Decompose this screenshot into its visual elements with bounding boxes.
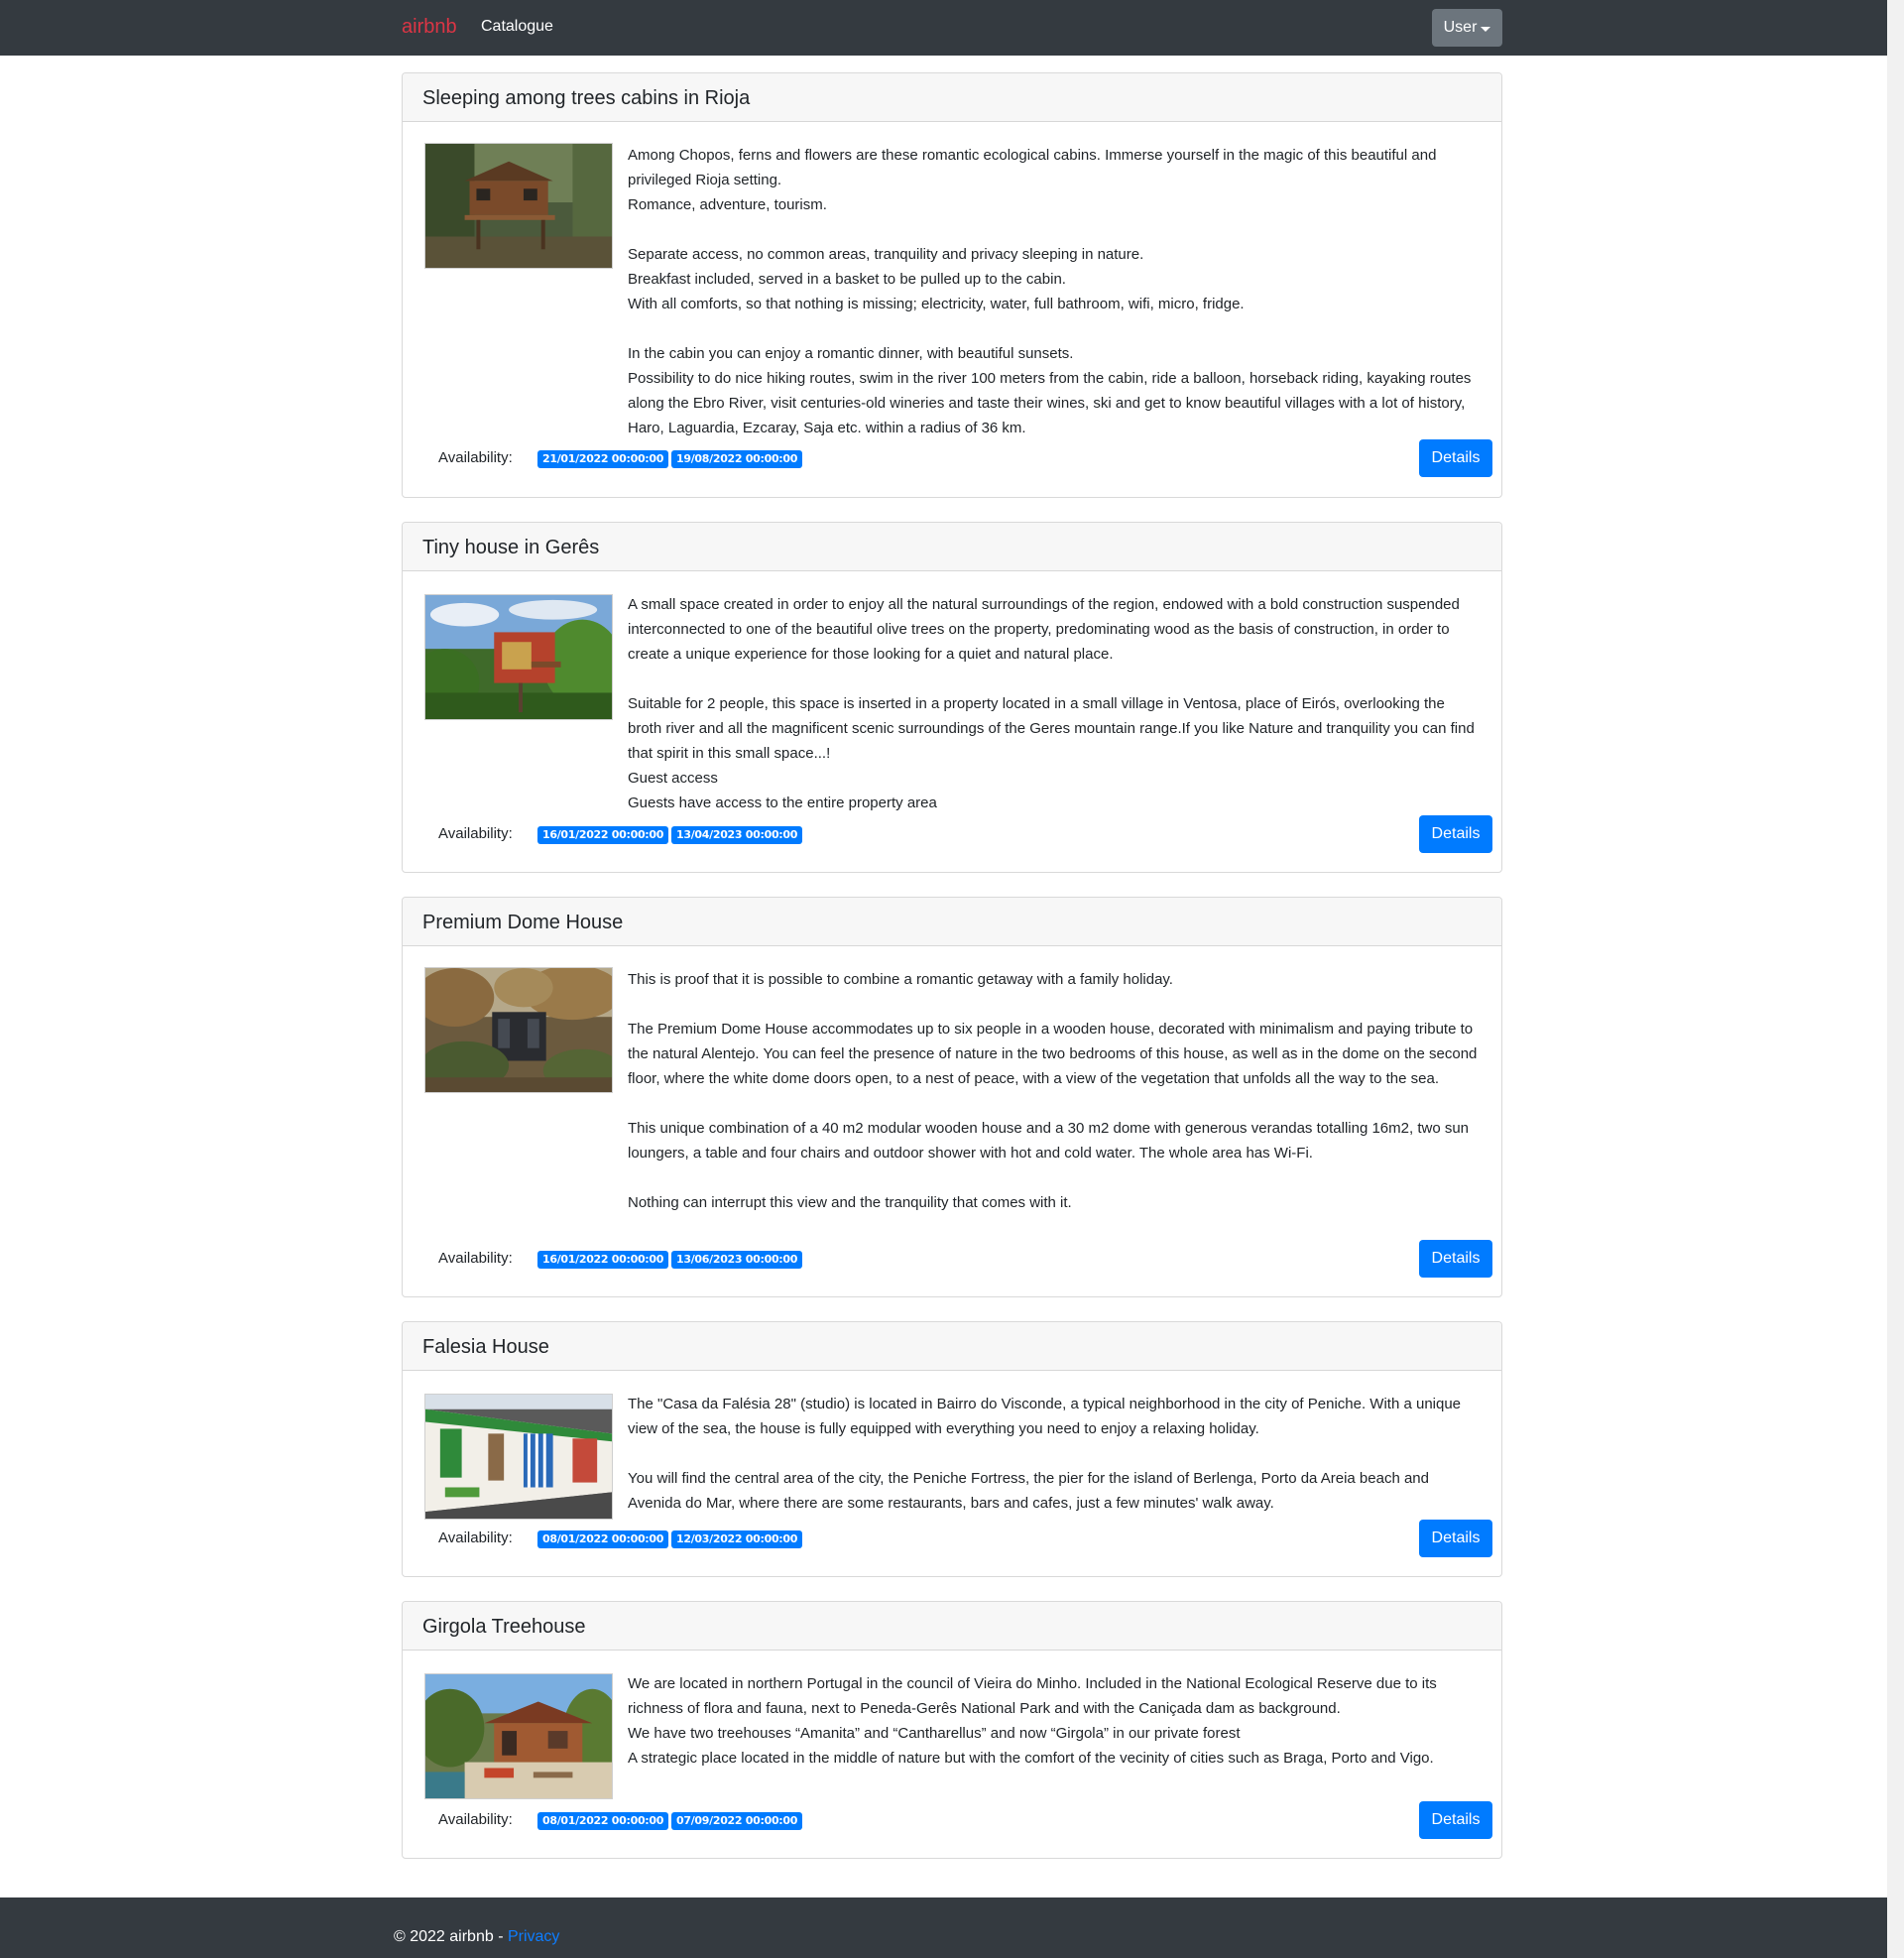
privacy-link[interactable]: Privacy	[508, 1928, 559, 1945]
description-line: The Premium Dome House accommodates up t…	[628, 1021, 1478, 1087]
availability-label: Availability:	[438, 1250, 513, 1267]
description-line: Romance, adventure, tourism.	[628, 196, 827, 213]
description-line: Guests have access to the entire propert…	[628, 795, 937, 811]
availability-label: Availability:	[438, 449, 513, 466]
scrollbar[interactable]	[1887, 0, 1904, 1958]
listing-photo	[424, 1673, 613, 1799]
availability-start-badge: 08/01/2022 00:00:00	[537, 1530, 669, 1548]
description-line	[628, 1091, 1481, 1116]
description-line: Possibility to do nice hiking routes, sw…	[628, 370, 1472, 436]
listing-title: Tiny house in Gerês	[422, 537, 600, 558]
description-line: A strategic place located in the middle …	[628, 1750, 1434, 1767]
availability-end-badge: 13/06/2023 00:00:00	[671, 1251, 803, 1269]
details-button[interactable]: Details	[1419, 439, 1492, 477]
availability-label: Availability:	[438, 825, 513, 842]
details-button[interactable]: Details	[1419, 1801, 1492, 1839]
listing-card: Falesia House The "Casa da Falésia 28" (…	[402, 1321, 1502, 1577]
description-line	[628, 1165, 1481, 1190]
availability-end-badge: 13/04/2023 00:00:00	[671, 826, 803, 844]
listing-card-header: Sleeping among trees cabins in Rioja	[403, 73, 1501, 122]
description-line: This is proof that it is possible to com…	[628, 971, 1173, 988]
listing-photo	[424, 143, 613, 269]
listing-card-header: Tiny house in Gerês	[403, 523, 1501, 571]
availability-start-badge: 16/01/2022 00:00:00	[537, 826, 669, 844]
caret-down-icon	[1481, 26, 1491, 32]
description-line: Among Chopos, ferns and flowers are thes…	[628, 147, 1437, 188]
availability-label: Availability:	[438, 1530, 513, 1546]
footer: © 2022 airbnb - Privacy	[0, 1897, 1887, 1958]
user-dropdown-button[interactable]: User	[1432, 9, 1502, 47]
description-line	[628, 316, 1481, 341]
listing-card: Girgola Treehouse We are located in nort…	[402, 1601, 1502, 1859]
description-line: We are located in northern Portugal in t…	[628, 1675, 1437, 1717]
description-line: With all comforts, so that nothing is mi…	[628, 296, 1245, 312]
listing-card: Sleeping among trees cabins in Rioja Amo…	[402, 72, 1502, 498]
availability-label: Availability:	[438, 1811, 513, 1828]
listing-title: Falesia House	[422, 1336, 549, 1358]
description-line: This unique combination of a 40 m2 modul…	[628, 1120, 1470, 1162]
listing-photo	[424, 967, 613, 1093]
description-line	[628, 217, 1481, 242]
details-button[interactable]: Details	[1419, 1520, 1492, 1557]
description-line: The "Casa da Falésia 28" (studio) is loc…	[628, 1396, 1462, 1437]
listing-title: Sleeping among trees cabins in Rioja	[422, 87, 751, 109]
copyright-text: © 2022 airbnb -	[394, 1928, 508, 1945]
description-line: In the cabin you can enjoy a romantic di…	[628, 345, 1074, 362]
listing-description: This is proof that it is possible to com…	[628, 967, 1481, 1215]
description-line: You will find the central area of the ci…	[628, 1470, 1429, 1512]
listing-card-header: Girgola Treehouse	[403, 1602, 1501, 1651]
availability-end-badge: 12/03/2022 00:00:00	[671, 1530, 803, 1548]
listing-description: We are located in northern Portugal in t…	[628, 1671, 1481, 1771]
description-line	[628, 667, 1481, 691]
description-line	[628, 1441, 1481, 1466]
listing-title: Premium Dome House	[422, 912, 624, 933]
listing-description: Among Chopos, ferns and flowers are thes…	[628, 143, 1481, 440]
description-line: Suitable for 2 people, this space is ins…	[628, 695, 1475, 762]
description-line: Guest access	[628, 770, 718, 787]
description-line: A small space created in order to enjoy …	[628, 596, 1460, 663]
availability-start-badge: 08/01/2022 00:00:00	[537, 1812, 669, 1830]
listing-photo	[424, 1394, 613, 1520]
listing-card: Tiny house in Gerês A small space create…	[402, 522, 1502, 873]
user-dropdown-label: User	[1443, 19, 1478, 36]
nav-link-catalogue[interactable]: Catalogue	[481, 18, 553, 36]
details-button[interactable]: Details	[1419, 1240, 1492, 1278]
description-line: Breakfast included, served in a basket t…	[628, 271, 1066, 288]
availability-start-badge: 16/01/2022 00:00:00	[537, 1251, 669, 1269]
listing-card-header: Premium Dome House	[403, 898, 1501, 946]
availability-start-badge: 21/01/2022 00:00:00	[537, 450, 669, 468]
description-line: We have two treehouses “Amanita” and “Ca…	[628, 1725, 1241, 1742]
listing-description: The "Casa da Falésia 28" (studio) is loc…	[628, 1392, 1481, 1516]
listing-photo	[424, 594, 613, 720]
listing-description: A small space created in order to enjoy …	[628, 592, 1481, 815]
brand-logo[interactable]: airbnb	[402, 16, 457, 39]
listing-card-header: Falesia House	[403, 1322, 1501, 1371]
availability-end-badge: 07/09/2022 00:00:00	[671, 1812, 803, 1830]
listing-title: Girgola Treehouse	[422, 1616, 586, 1638]
details-button[interactable]: Details	[1419, 815, 1492, 853]
navbar: airbnb Catalogue User	[0, 0, 1904, 56]
description-line: Separate access, no common areas, tranqu…	[628, 246, 1144, 263]
description-line: Nothing can interrupt this view and the …	[628, 1194, 1072, 1211]
listing-card: Premium Dome House This is proof that it…	[402, 897, 1502, 1297]
availability-end-badge: 19/08/2022 00:00:00	[671, 450, 803, 468]
description-line	[628, 992, 1481, 1017]
footer-text: © 2022 airbnb - Privacy	[394, 1928, 559, 1946]
